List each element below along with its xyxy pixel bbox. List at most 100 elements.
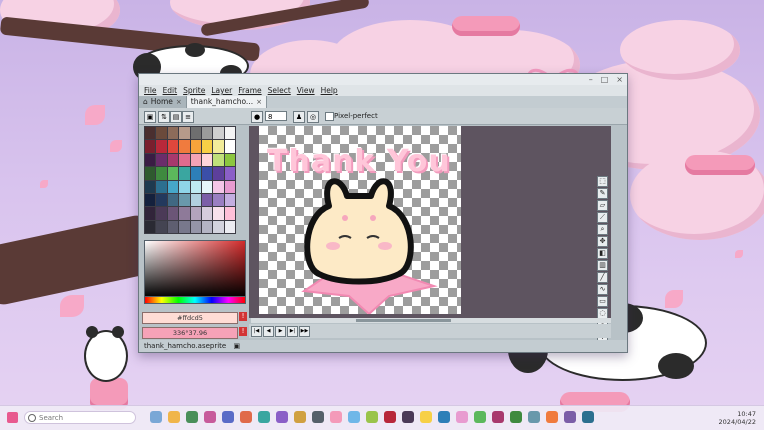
hue-slider[interactable] [144, 296, 246, 304]
palette-swatch[interactable] [145, 153, 156, 167]
palette-swatch[interactable] [224, 140, 235, 153]
app-icon[interactable] [240, 411, 252, 423]
palette-swatch[interactable] [167, 167, 179, 180]
palette-swatch[interactable] [201, 207, 213, 220]
options-icon[interactable]: ≡ [182, 111, 194, 123]
app-icon[interactable] [546, 411, 558, 423]
tab-home[interactable]: ⌂ Home × [139, 96, 187, 108]
pixel-perfect-checkbox[interactable] [325, 112, 334, 121]
palette-swatch[interactable] [145, 207, 156, 220]
gradient-tool-icon[interactable]: ▥ [597, 260, 608, 271]
menu-sprite[interactable]: Sprite [183, 85, 205, 96]
palette-swatch[interactable] [190, 127, 201, 140]
palette-swatch[interactable] [179, 153, 190, 167]
palette-swatch[interactable] [156, 207, 167, 220]
palette-swatch[interactable] [145, 140, 156, 153]
palette-swatch[interactable] [213, 193, 224, 207]
line-tool-icon[interactable]: ╱ [597, 272, 608, 283]
sprite-canvas[interactable]: Thank You [259, 126, 461, 314]
app-icon[interactable] [222, 411, 234, 423]
brush-size-input[interactable]: 8 [265, 111, 287, 121]
menu-frame[interactable]: Frame [238, 85, 261, 96]
eyedropper-tool-icon[interactable]: ⟋ [597, 212, 608, 223]
palette-swatch[interactable] [179, 207, 190, 220]
palette-swatch[interactable] [213, 167, 224, 180]
palette-swatch[interactable] [213, 207, 224, 220]
palette-swatch[interactable] [167, 180, 179, 193]
palette-swatch[interactable] [179, 167, 190, 180]
warning-icon[interactable]: ! [239, 327, 247, 336]
palette-swatch[interactable] [201, 167, 213, 180]
app-icon[interactable] [402, 411, 414, 423]
palette-swatch[interactable] [145, 127, 156, 140]
palette-swatch[interactable] [190, 193, 201, 207]
palette-swatch[interactable] [224, 193, 235, 207]
save-icon[interactable]: ▣ [233, 342, 240, 350]
palette-swatch[interactable] [201, 180, 213, 193]
palette-swatch[interactable] [190, 140, 201, 153]
palette-swatch[interactable] [167, 193, 179, 207]
palette-swatch[interactable] [179, 127, 190, 140]
palette-swatch[interactable] [201, 193, 213, 207]
app-icon[interactable] [510, 411, 522, 423]
palette-swatch[interactable] [190, 180, 201, 193]
app-icon[interactable] [582, 411, 594, 423]
palette-swatch[interactable] [213, 180, 224, 193]
app-icon[interactable] [474, 411, 486, 423]
app-icon[interactable] [258, 411, 270, 423]
search-input[interactable]: Search [24, 411, 136, 424]
palette-swatch[interactable] [167, 127, 179, 140]
menu-view[interactable]: View [297, 85, 315, 96]
palette-swatch[interactable] [156, 153, 167, 167]
menu-help[interactable]: Help [321, 85, 338, 96]
palette-swatch[interactable] [156, 167, 167, 180]
app-icon[interactable] [438, 411, 450, 423]
palette-swatch[interactable] [167, 153, 179, 167]
tab-thank-hamcho[interactable]: thank_hamcho... × [186, 96, 267, 108]
palette-swatch[interactable] [145, 193, 156, 207]
palette-swatch[interactable] [145, 167, 156, 180]
app-icon[interactable] [456, 411, 468, 423]
palette-swatch[interactable] [201, 140, 213, 153]
palette-swatch[interactable] [190, 220, 201, 233]
palette-swatch[interactable] [213, 140, 224, 153]
palette-swatch[interactable] [190, 167, 201, 180]
foreground-color[interactable]: #ffdcd5 [142, 312, 238, 324]
app-icon[interactable] [294, 411, 306, 423]
last-frame-icon[interactable]: ▶▶ [299, 326, 310, 337]
symmetry-icon[interactable]: ◎ [307, 111, 319, 123]
pressure-icon[interactable]: ♟ [293, 111, 305, 123]
app-icon[interactable] [186, 411, 198, 423]
app-icon[interactable] [204, 411, 216, 423]
palette-swatch[interactable] [179, 140, 190, 153]
menu-file[interactable]: File [144, 85, 157, 96]
menu-select[interactable]: Select [268, 85, 291, 96]
app-icon[interactable] [366, 411, 378, 423]
warning-icon[interactable]: ! [239, 312, 247, 321]
zoom-tool-icon[interactable]: ⌕ [597, 224, 608, 235]
start-icon[interactable] [7, 412, 18, 423]
play-icon[interactable]: ▶ [275, 326, 286, 337]
palette-swatch[interactable] [201, 153, 213, 167]
pencil-tool-icon[interactable]: ✎ [597, 188, 608, 199]
palette-swatch[interactable] [224, 180, 235, 193]
palette-swatch[interactable] [224, 127, 235, 140]
palette-swatch[interactable] [156, 127, 167, 140]
brush-icon[interactable]: ▣ [144, 111, 156, 123]
prev-frame-icon[interactable]: ◀ [263, 326, 274, 337]
app-icon[interactable] [528, 411, 540, 423]
brush-shape-icon[interactable]: ● [251, 111, 263, 123]
swap-colors-icon[interactable]: ⇅ [158, 111, 170, 123]
app-icon[interactable] [168, 411, 180, 423]
palette-swatch[interactable] [156, 180, 167, 193]
maximize-button[interactable]: □ [601, 74, 609, 85]
palette-swatch[interactable] [213, 127, 224, 140]
next-frame-icon[interactable]: ▶| [287, 326, 298, 337]
palette-swatch[interactable] [167, 207, 179, 220]
move-tool-icon[interactable]: ✥ [597, 236, 608, 247]
palette-swatch[interactable] [156, 193, 167, 207]
menu-edit[interactable]: Edit [163, 85, 178, 96]
app-icon[interactable] [150, 411, 162, 423]
palette-swatch[interactable] [179, 180, 190, 193]
palette-swatch[interactable] [224, 207, 235, 220]
